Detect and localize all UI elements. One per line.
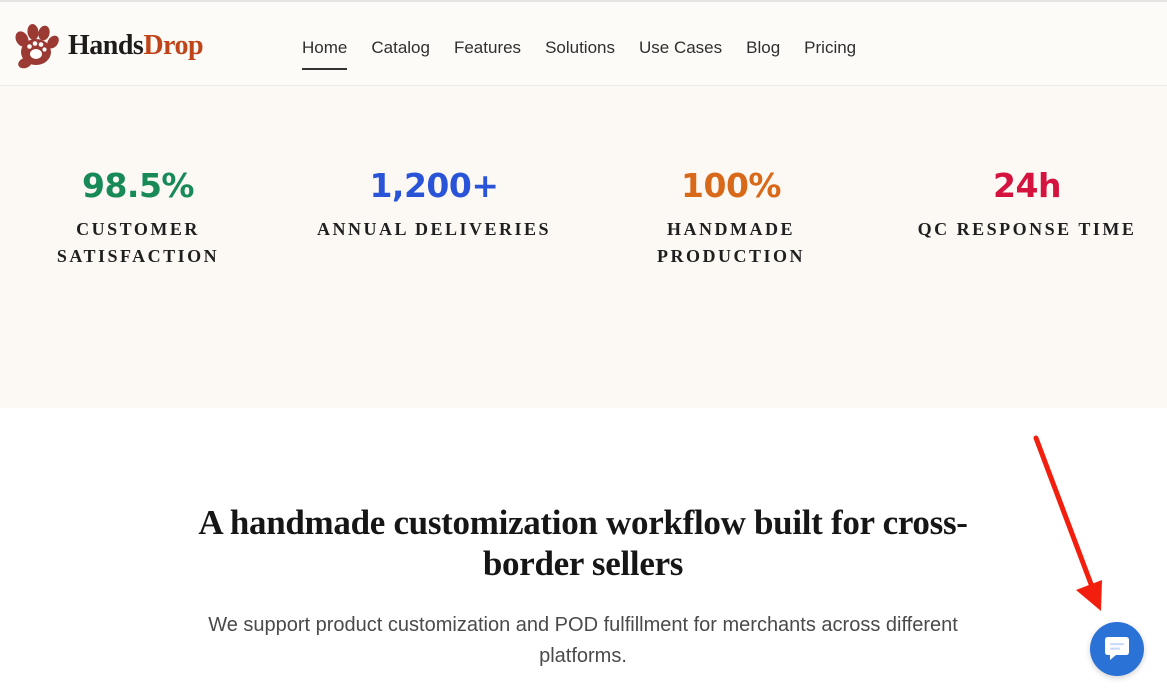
- subtext-line: We support product customization and POD…: [208, 614, 958, 636]
- stat-annual-deliveries: 1,200+ ANNUAL DELIVERIES: [294, 166, 574, 243]
- stat-label: QC RESPONSE TIME: [887, 216, 1167, 243]
- stat-label-line: QC RESPONSE TIME: [917, 219, 1137, 239]
- chat-bubble-icon: [1105, 637, 1129, 660]
- stat-label-line: CUSTOMER: [76, 219, 200, 239]
- stat-label: CUSTOMER SATISFACTION: [0, 216, 278, 270]
- site-header: HandsDrop Home Catalog Features Solution…: [0, 0, 1167, 86]
- stat-label-line: HANDMADE: [667, 219, 795, 239]
- stat-label: ANNUAL DELIVERIES: [294, 216, 574, 243]
- nav-item-solutions[interactable]: Solutions: [545, 38, 615, 58]
- chat-button[interactable]: [1090, 622, 1144, 676]
- stats-section: 98.5% CUSTOMER SATISFACTION 1,200+ ANNUA…: [0, 86, 1167, 408]
- stat-label-line: PRODUCTION: [656, 246, 805, 266]
- nav-item-home[interactable]: Home: [302, 38, 348, 70]
- section-headline: A handmade customization workflow built …: [183, 502, 983, 584]
- stat-value: 98.5%: [82, 166, 195, 205]
- subtext-line: platforms.: [539, 645, 627, 667]
- brand-name-drop: Drop: [143, 30, 204, 61]
- nav-item-pricing[interactable]: Pricing: [804, 38, 856, 58]
- headline-line: border sellers: [482, 544, 684, 583]
- nav-item-use-cases[interactable]: Use Cases: [639, 38, 722, 58]
- stat-handmade-production: 100% HANDMADE PRODUCTION: [591, 166, 871, 270]
- stat-label: HANDMADE PRODUCTION: [591, 216, 871, 270]
- stat-qc-response-time: 24h QC RESPONSE TIME: [887, 166, 1167, 243]
- main-nav: Home Catalog Features Solutions Use Case…: [302, 38, 856, 70]
- brand-name: HandsDrop: [68, 30, 204, 61]
- workflow-section: A handmade customization workflow built …: [0, 408, 1167, 693]
- stat-value: 24h: [993, 166, 1061, 205]
- paw-hand-icon: [15, 24, 59, 69]
- stat-label-line: SATISFACTION: [56, 246, 220, 266]
- brand-name-hands: Hands: [68, 30, 144, 61]
- brand-logo[interactable]: HandsDrop: [12, 22, 204, 70]
- nav-item-catalog[interactable]: Catalog: [371, 38, 430, 58]
- section-subtext: We support product customization and POD…: [198, 610, 968, 672]
- stat-customer-satisfaction: 98.5% CUSTOMER SATISFACTION: [0, 166, 278, 270]
- nav-item-blog[interactable]: Blog: [746, 38, 780, 58]
- nav-item-features[interactable]: Features: [454, 38, 521, 58]
- stat-value: 1,200+: [369, 166, 499, 205]
- headline-line: A handmade customization workflow built …: [198, 503, 968, 542]
- stat-value: 100%: [681, 166, 781, 205]
- stat-label-line: ANNUAL DELIVERIES: [316, 219, 552, 239]
